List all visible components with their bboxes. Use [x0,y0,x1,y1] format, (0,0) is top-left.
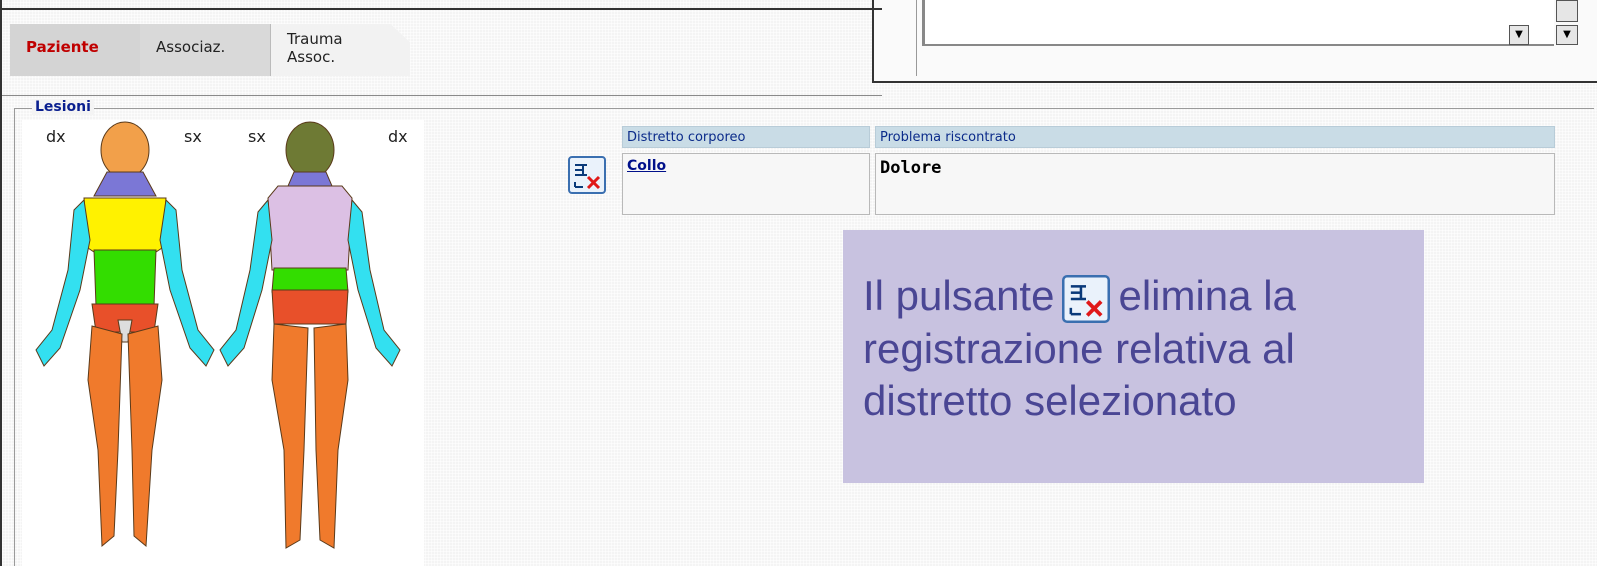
front-head-region[interactable] [100,121,150,179]
lesioni-legend: Lesioni [32,99,94,115]
front-right-arm-region[interactable] [35,198,91,367]
front-left-leg-region[interactable] [127,325,163,548]
back-body-figure [219,121,401,549]
scroll-down-icon[interactable]: ▼ [1509,25,1529,45]
callout-text-before: Il pulsante [863,272,1055,319]
panel-divider [916,0,917,76]
back-left-arm-region[interactable] [219,198,273,367]
tab-bar: Paziente Associaz. Trauma Assoc. [2,8,882,96]
scrollbar-track[interactable] [1556,0,1578,22]
tab-trauma-assoc[interactable]: Trauma Assoc. [270,24,410,76]
back-right-arm-region[interactable] [347,198,401,367]
delete-record-icon-illustration [1062,274,1111,323]
explanation-callout: Il pulsante elimina la registrazione rel… [843,230,1424,483]
back-right-leg-region[interactable] [313,323,349,549]
table-cell-problem: Dolore [875,153,1555,215]
back-buttocks-region[interactable] [271,289,349,325]
front-abdomen-region[interactable] [93,249,157,307]
top-text-panel: ▼ ▼ [872,0,1597,83]
tab-paziente[interactable]: Paziente [10,24,160,76]
tab-trauma-line1: Trauma [287,30,343,48]
back-left-leg-region[interactable] [271,323,309,549]
back-head-region[interactable] [285,121,335,179]
back-lower-back-region[interactable] [271,267,349,293]
text-area[interactable] [922,0,1554,46]
front-left-arm-region[interactable] [159,198,215,367]
delete-record-icon [568,156,606,194]
district-link-collo[interactable]: Collo [627,158,666,174]
table-cell-district: Collo [622,153,870,215]
tab-associaz[interactable]: Associaz. [140,24,290,76]
front-neck-region[interactable] [93,171,157,197]
column-header-distretto: Distretto corporeo [622,126,870,148]
front-body-figure [35,121,215,548]
delete-record-button[interactable] [568,156,606,194]
back-upper-back-region[interactable] [267,185,353,271]
body-map [35,121,401,549]
front-right-leg-region[interactable] [87,325,123,548]
scroll-down-icon-outer[interactable]: ▼ [1556,25,1578,45]
tab-trauma-line2: Assoc. [287,48,336,66]
back-neck-region[interactable] [287,171,333,187]
column-header-problema: Problema riscontrato [875,126,1555,148]
